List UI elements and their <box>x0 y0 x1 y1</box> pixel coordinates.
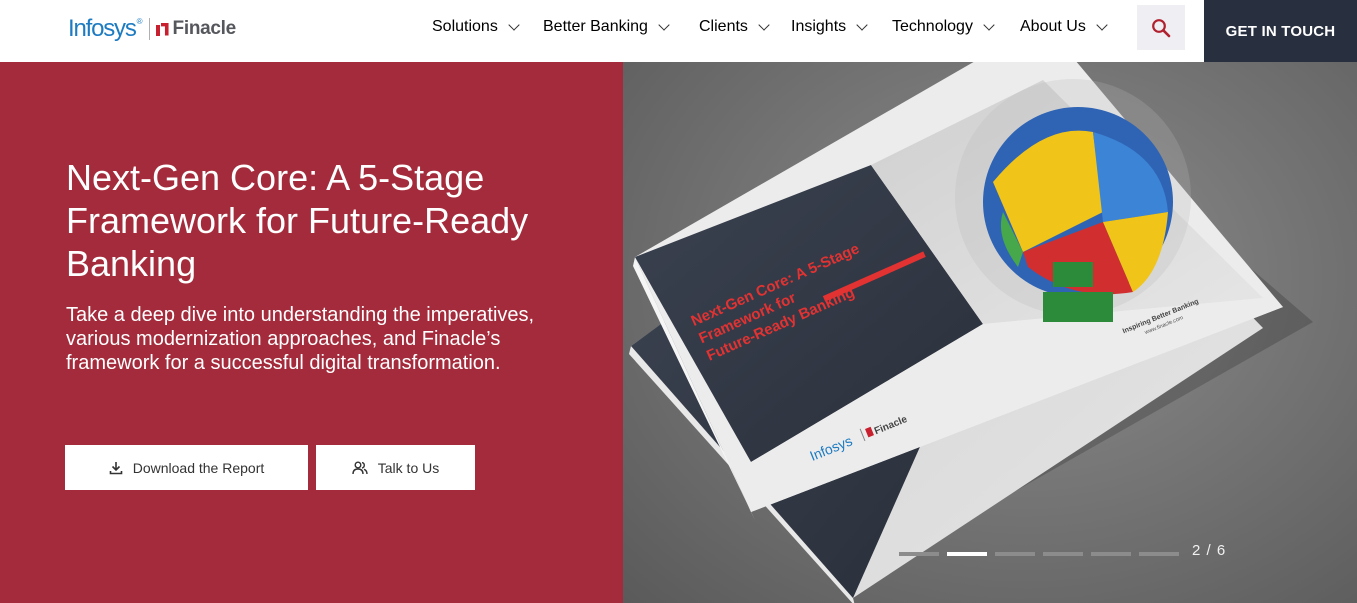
download-report-label: Download the Report <box>132 459 265 476</box>
infosys-wordmark: Infosys <box>68 15 137 42</box>
hero-title: Next-Gen Core: A 5-Stage Framework for F… <box>66 157 529 284</box>
site-header: Infosys ® Finacle Solutions Better Banki… <box>0 0 1357 62</box>
download-icon <box>109 461 123 475</box>
hero-description: Take a deep dive into understanding the … <box>66 304 535 374</box>
hero-image: Next-Gen Core: A 5-Stage Framework for F… <box>623 62 1357 603</box>
carousel-counter: 2 / 6 <box>1192 542 1227 559</box>
nav-item-label: Technology <box>892 18 973 35</box>
nav-clients[interactable]: Clients <box>699 0 770 54</box>
carousel-dot-5[interactable] <box>1091 552 1131 556</box>
report-book-illustration: Next-Gen Core: A 5-Stage Framework for F… <box>629 62 1313 603</box>
chevron-down-icon <box>856 19 868 31</box>
download-report-button[interactable]: Download the Report <box>65 445 308 490</box>
nav-item-label: Insights <box>791 18 847 35</box>
carousel-dot-2[interactable] <box>947 552 987 556</box>
nav-solutions[interactable]: Solutions <box>432 0 520 54</box>
nav-item-label: About Us <box>1020 18 1086 35</box>
nav-item-label: Better Banking <box>543 18 648 35</box>
nav-item-label: Clients <box>699 18 748 35</box>
nav-about-us[interactable]: About Us <box>1020 0 1108 54</box>
finacle-logo-icon <box>155 22 169 36</box>
talk-to-us-button[interactable]: Talk to Us <box>316 445 475 490</box>
carousel-dot-3[interactable] <box>995 552 1035 556</box>
logo-divider <box>148 18 150 40</box>
carousel-dot-6[interactable] <box>1139 552 1179 556</box>
search-icon <box>1152 18 1171 37</box>
users-icon <box>352 461 368 475</box>
brand-logo[interactable]: Infosys ® Finacle <box>68 14 236 44</box>
carousel-dot-1[interactable] <box>899 552 939 556</box>
nav-technology[interactable]: Technology <box>892 0 995 54</box>
chevron-down-icon <box>508 19 520 31</box>
registered-mark: ® <box>136 16 143 26</box>
nav-insights[interactable]: Insights <box>791 0 868 54</box>
carousel-dot-4[interactable] <box>1043 552 1083 556</box>
talk-to-us-label: Talk to Us <box>377 459 440 476</box>
search-button[interactable] <box>1137 5 1185 50</box>
chevron-down-icon <box>658 19 670 31</box>
chevron-down-icon <box>983 19 995 31</box>
get-in-touch-button[interactable]: GET IN TOUCH <box>1204 0 1357 62</box>
chevron-down-icon <box>758 19 770 31</box>
finacle-wordmark: Finacle <box>172 18 237 39</box>
chevron-down-icon <box>1096 19 1108 31</box>
nav-better-banking[interactable]: Better Banking <box>543 0 670 54</box>
nav-item-label: Solutions <box>432 18 498 35</box>
